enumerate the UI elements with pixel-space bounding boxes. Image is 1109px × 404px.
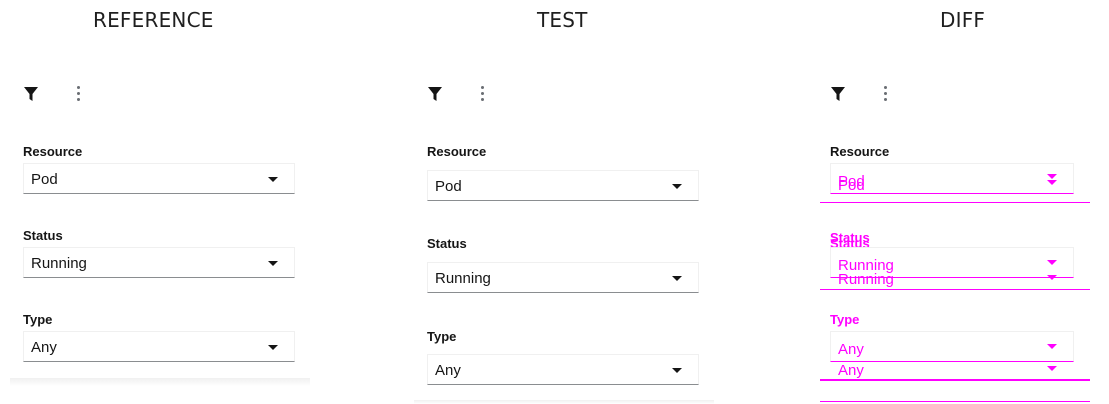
type-value-shifted: Any <box>838 362 864 379</box>
reference-panel: Resource Pod Status Running Type Any <box>23 86 313 386</box>
kebab-icon[interactable] <box>479 86 485 102</box>
resource-label: Resource <box>830 144 890 159</box>
type-select[interactable]: Any <box>427 354 699 385</box>
resource-value: Pod <box>31 171 58 188</box>
status-select[interactable]: Running <box>427 262 699 293</box>
toolbar <box>23 86 143 110</box>
caret-down-icon <box>1047 174 1057 179</box>
resource-label: Resource <box>23 144 83 159</box>
type-value: Any <box>435 362 461 379</box>
caret-down-icon <box>268 261 278 266</box>
resource-select: Pod Pod <box>830 163 1074 194</box>
caret-down-icon <box>672 276 682 281</box>
status-value: Running <box>31 255 87 272</box>
caret-down-icon <box>268 177 278 182</box>
caret-down-icon <box>1047 275 1057 280</box>
filter-icon <box>831 87 845 101</box>
diff-line <box>820 379 1090 381</box>
resource-label: Resource <box>427 144 487 159</box>
caret-down-icon <box>1047 180 1057 185</box>
caret-down-icon <box>1047 366 1057 371</box>
status-label: Status <box>23 228 63 243</box>
test-column-heading: TEST <box>537 8 588 32</box>
type-select[interactable]: Any <box>23 331 295 362</box>
caret-down-icon <box>268 345 278 350</box>
type-select: Any Any <box>830 331 1074 379</box>
status-select: Running Running <box>830 247 1074 288</box>
filter-icon[interactable] <box>23 86 39 102</box>
toolbar <box>830 86 950 110</box>
resource-select[interactable]: Pod <box>23 163 295 194</box>
diff-column-heading: DIFF <box>940 8 986 32</box>
resource-select[interactable]: Pod <box>427 170 699 201</box>
kebab-icon[interactable] <box>75 86 81 102</box>
filter-icon[interactable] <box>427 86 443 102</box>
reference-column-heading: REFERENCE <box>93 8 214 32</box>
type-label: Type <box>23 312 53 327</box>
toolbar <box>427 86 547 110</box>
type-label: Type <box>427 329 457 344</box>
caret-down-icon <box>672 184 682 189</box>
type-value: Any <box>838 341 864 358</box>
diff-panel: Resource Pod Pod Status Status Running R… <box>820 86 1109 404</box>
panel-shadow <box>10 378 310 386</box>
caret-down-icon <box>1047 344 1057 349</box>
diff-line <box>820 401 1090 402</box>
kebab-icon <box>882 86 888 102</box>
type-label: Type <box>830 312 860 327</box>
resource-value-shifted: Pod <box>838 177 865 194</box>
test-panel: Resource Pod Status Running Type Any <box>427 86 717 404</box>
status-label: Status <box>427 236 467 251</box>
panel-shadow <box>414 400 714 404</box>
status-value-shifted: Running <box>838 271 894 288</box>
resource-value: Pod <box>435 178 462 195</box>
type-value: Any <box>31 339 57 356</box>
caret-down-icon <box>672 368 682 373</box>
status-select[interactable]: Running <box>23 247 295 278</box>
diff-line <box>820 289 1090 290</box>
caret-down-icon <box>1047 260 1057 265</box>
status-value: Running <box>435 270 491 287</box>
diff-line <box>820 202 1090 203</box>
